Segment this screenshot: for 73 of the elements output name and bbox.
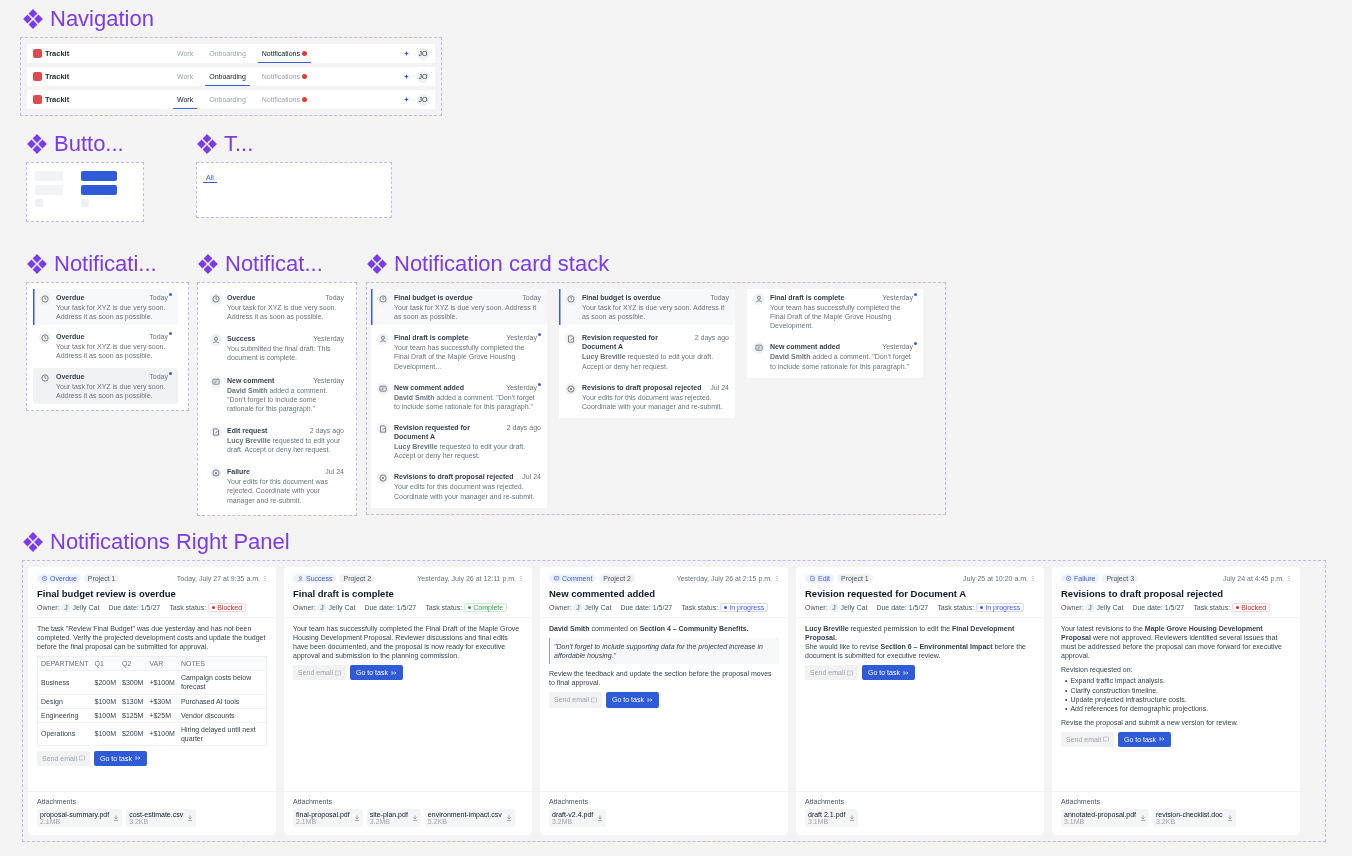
download-icon[interactable] [849, 815, 856, 821]
x-circle-icon [210, 467, 222, 480]
download-icon[interactable] [113, 815, 120, 821]
person-icon [377, 333, 389, 346]
component-icon [196, 133, 218, 155]
download-icon[interactable] [505, 815, 512, 821]
arrow-icon [390, 669, 397, 676]
arrow-icon [134, 755, 141, 762]
more-icon[interactable] [519, 575, 523, 582]
component-icon [197, 253, 219, 275]
arrow-icon [902, 669, 909, 676]
clock-icon [41, 575, 48, 582]
card-title: Final draft is complete [293, 588, 395, 599]
section-title: Notifications Right Panel [50, 529, 290, 555]
mail-icon [847, 669, 854, 676]
document-icon [809, 575, 816, 582]
more-icon[interactable] [1031, 575, 1035, 582]
card-title: Revisions to draft proposal rejected [1061, 588, 1225, 599]
component-icon [22, 531, 44, 553]
sparkle-icon[interactable] [404, 74, 409, 79]
logo-icon [33, 72, 42, 81]
person-icon [297, 575, 304, 582]
logo-icon [33, 49, 42, 58]
download-icon[interactable] [411, 815, 418, 821]
section-title: Notificat... [225, 251, 323, 277]
component-icon [26, 133, 48, 155]
download-icon[interactable] [187, 815, 194, 821]
component-icon [22, 8, 44, 30]
clock-icon [377, 293, 389, 305]
more-icon[interactable] [775, 575, 779, 582]
component-icon [26, 253, 48, 275]
arrow-icon [646, 697, 653, 703]
clock-icon [39, 332, 51, 345]
comment-icon [377, 382, 389, 395]
x-circle-icon [1065, 575, 1072, 582]
section-title: Butto... [54, 131, 124, 157]
download-icon[interactable] [1226, 815, 1233, 821]
sparkle-icon[interactable] [404, 51, 409, 56]
download-icon[interactable] [353, 815, 360, 821]
document-icon [565, 333, 577, 346]
comment-icon [210, 375, 222, 388]
clock-icon [565, 293, 577, 305]
card-title: New commented added [549, 588, 657, 599]
sparkle-icon[interactable] [404, 97, 409, 102]
x-circle-icon [377, 472, 389, 485]
arrow-icon [1158, 736, 1165, 743]
button-sample[interactable] [81, 171, 117, 181]
card-title: Revision requested for Document A [805, 588, 968, 599]
clock-icon [210, 293, 222, 305]
section-title: Notificati... [54, 251, 157, 277]
comment-icon [553, 575, 560, 582]
download-icon[interactable] [1140, 815, 1146, 821]
section-title: Notification card stack [394, 251, 610, 277]
section-title: T... [224, 131, 254, 157]
more-icon[interactable] [263, 575, 267, 582]
person-icon [210, 334, 222, 347]
comment-icon [753, 342, 765, 355]
document-icon [377, 422, 389, 435]
component-icon [366, 253, 388, 275]
download-icon[interactable] [597, 815, 604, 821]
card-title: Final budget review is overdue [37, 588, 177, 599]
more-icon[interactable] [1287, 575, 1291, 582]
mail-icon [591, 697, 598, 703]
logo-icon [33, 95, 42, 104]
button-sample[interactable] [81, 185, 117, 195]
clock-icon [39, 293, 51, 305]
mail-icon [335, 669, 342, 676]
section-title: Navigation [50, 6, 154, 32]
mail-icon [79, 755, 86, 762]
document-icon [210, 425, 222, 438]
x-circle-icon [565, 382, 577, 395]
mail-icon [1103, 736, 1110, 743]
person-icon [753, 293, 765, 305]
